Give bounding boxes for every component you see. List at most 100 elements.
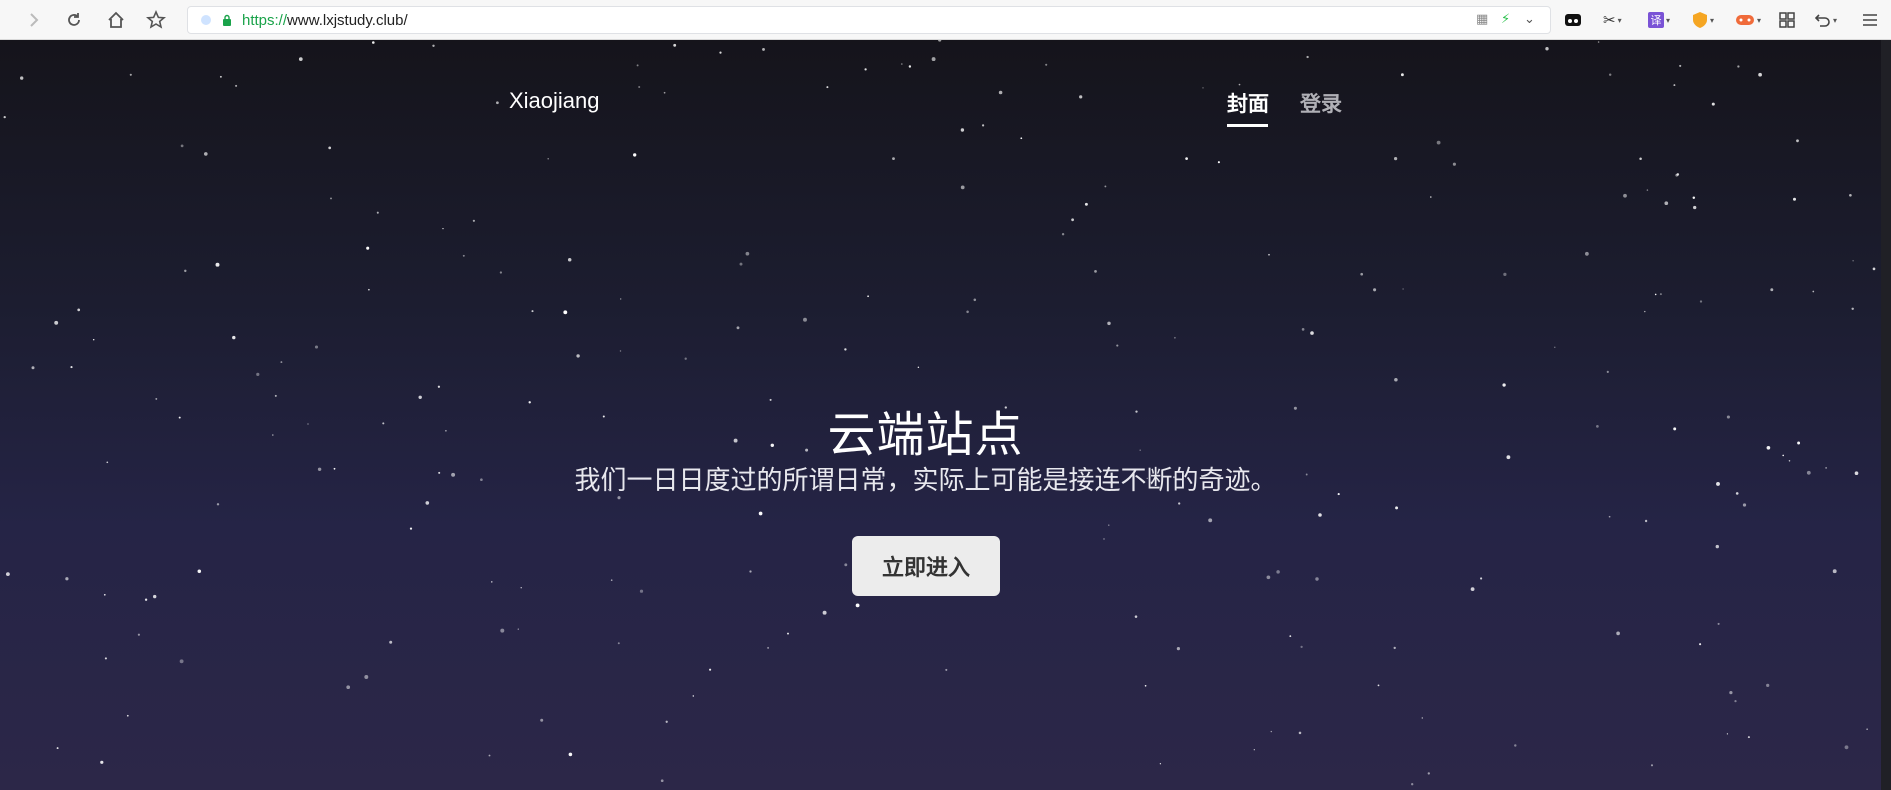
address-bar[interactable]: https://www.lxjstudy.club/ ▦ ⚡ ⌄ [187, 6, 1551, 34]
star [1436, 140, 1441, 145]
star [639, 589, 644, 593]
nav-active-indicator [1227, 124, 1268, 127]
star [517, 628, 519, 630]
star [1854, 471, 1859, 476]
star [425, 501, 430, 505]
chevron-down-icon[interactable]: ⌄ [1524, 12, 1535, 27]
lightning-icon[interactable]: ⚡ [1501, 12, 1510, 27]
star [1310, 331, 1314, 335]
star [197, 569, 202, 574]
menu-icon[interactable] [1862, 8, 1878, 32]
star [1554, 346, 1556, 348]
star [432, 44, 435, 47]
star [1623, 193, 1627, 198]
star [1020, 137, 1023, 140]
nav-item-login[interactable]: 登录 [1300, 88, 1342, 118]
star [364, 675, 369, 679]
star [1852, 260, 1854, 262]
game-icon[interactable]: ▾ [1735, 8, 1761, 32]
star [496, 101, 499, 105]
shield-icon[interactable]: ▾ [1692, 8, 1714, 32]
star [1178, 502, 1181, 505]
star [372, 41, 375, 44]
star [1094, 270, 1097, 273]
star [1608, 515, 1611, 518]
star [945, 668, 948, 671]
star [822, 610, 827, 615]
star [1480, 577, 1483, 580]
star [1676, 173, 1680, 176]
star [409, 527, 413, 530]
incognito-icon[interactable] [1564, 8, 1582, 32]
star [314, 345, 319, 349]
star [1866, 728, 1868, 730]
translate-icon[interactable]: 译 ▾ [1648, 8, 1670, 32]
star [1104, 185, 1107, 188]
star [1503, 272, 1507, 277]
star [1812, 290, 1815, 293]
star [472, 219, 475, 222]
star [1616, 631, 1620, 636]
star [638, 85, 641, 89]
star [54, 320, 59, 325]
browser-toolbar: https://www.lxjstudy.club/ ▦ ⚡ ⌄ ✂ ▾ 译 ▾ ▾… [0, 0, 1891, 40]
star [280, 361, 283, 364]
star [1650, 764, 1654, 767]
star [1301, 328, 1305, 331]
scrollbar[interactable] [1881, 40, 1891, 790]
star [736, 326, 740, 330]
star [1597, 41, 1600, 43]
star [1726, 733, 1729, 735]
undo-icon[interactable]: ▾ [1815, 8, 1837, 32]
nav-item-cover[interactable]: 封面 [1227, 88, 1269, 118]
star [462, 254, 465, 257]
star [844, 348, 847, 351]
star [1766, 683, 1770, 688]
lock-icon [223, 14, 231, 26]
star [617, 642, 620, 645]
star [567, 257, 572, 262]
star [803, 317, 807, 322]
scissors-icon[interactable]: ✂ ▾ [1603, 8, 1622, 32]
reload-icon[interactable] [62, 8, 86, 32]
bookmark-star-icon[interactable] [144, 8, 168, 32]
star [663, 91, 666, 94]
star [1402, 288, 1404, 290]
star [1770, 288, 1774, 292]
site-brand[interactable]: Xiaojiang [509, 88, 600, 114]
enter-button[interactable]: 立即进入 [852, 536, 1000, 596]
star [184, 269, 187, 273]
qr-icon[interactable]: ▦ [1476, 12, 1488, 27]
star [1654, 293, 1657, 296]
star [619, 350, 622, 352]
star [92, 338, 95, 341]
star [103, 593, 106, 596]
star [739, 262, 743, 266]
star [1747, 736, 1750, 739]
star [719, 51, 722, 54]
star [1715, 544, 1719, 549]
grid-icon[interactable] [1779, 8, 1795, 32]
site-info-icon[interactable] [201, 15, 211, 25]
star [488, 754, 491, 757]
star [900, 63, 903, 65]
star [56, 747, 59, 750]
star [520, 587, 522, 589]
forward-icon[interactable] [22, 8, 46, 32]
star [1729, 690, 1733, 695]
star [100, 760, 104, 764]
star [1238, 83, 1241, 86]
home-icon[interactable] [104, 8, 128, 32]
star [1699, 643, 1702, 646]
star [1107, 321, 1111, 326]
star [1217, 161, 1220, 164]
star [1266, 575, 1271, 580]
star [1844, 745, 1849, 750]
star [1394, 157, 1398, 161]
star [1872, 267, 1876, 271]
star [1176, 647, 1180, 651]
hero-title: 云端站点 [827, 407, 1024, 463]
url-text[interactable]: https://www.lxjstudy.club/ [242, 12, 408, 29]
star [931, 57, 936, 62]
star [1851, 307, 1854, 311]
